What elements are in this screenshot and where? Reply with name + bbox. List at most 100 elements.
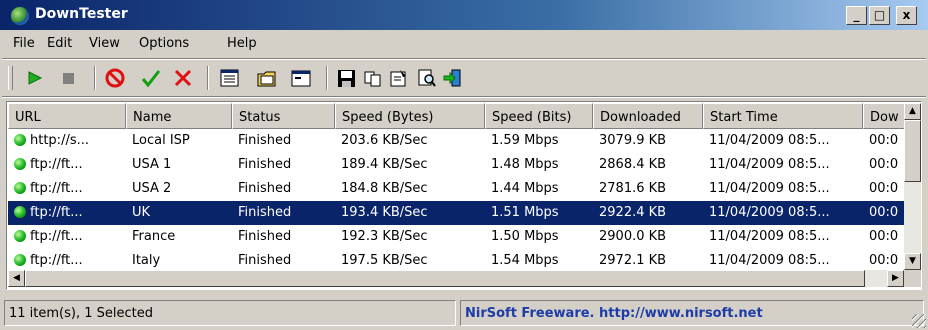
item-count-text: 11 item(s), 1 Selected [9, 306, 153, 321]
cell-name: France [132, 229, 176, 244]
menu-options[interactable]: Options [139, 36, 189, 51]
toolbar-separator-line [2, 96, 926, 98]
play-icon[interactable] [24, 66, 46, 90]
stop-icon[interactable] [58, 66, 80, 90]
cell-name: UK [132, 205, 151, 220]
column-download-time[interactable]: Dow [863, 103, 905, 129]
column-speed-bits[interactable]: Speed (Bits) [485, 103, 593, 129]
menu-help[interactable]: Help [227, 36, 257, 51]
cell-start-time: 11/04/2009 08:5... [709, 229, 830, 244]
cell-downloaded: 2972.1 KB [599, 253, 667, 268]
cell-start-time: 11/04/2009 08:5... [709, 157, 830, 172]
toolbar-separator [207, 66, 209, 90]
cell-speed-bytes: 189.4 KB/Sec [341, 157, 428, 172]
column-header: URL Name Status Speed (Bytes) Speed (Bit… [8, 103, 905, 129]
cell-start-time: 11/04/2009 08:5... [709, 205, 830, 220]
status-dot-icon [14, 134, 26, 146]
credit-link[interactable]: NirSoft Freeware. http://www.nirsoft.net [465, 306, 763, 321]
toolbar [0, 60, 928, 94]
checkmark-icon[interactable] [140, 66, 162, 90]
cell-downloaded: 2781.6 KB [599, 181, 667, 196]
menu-edit[interactable]: Edit [47, 36, 72, 51]
cell-speed-bits: 1.54 Mbps [491, 253, 559, 268]
folder-icon[interactable] [256, 66, 278, 90]
cell-start-time: 11/04/2009 08:5... [709, 133, 830, 148]
properties-icon[interactable] [388, 66, 410, 90]
window-title: DownTester [35, 6, 128, 22]
status-dot-icon [14, 206, 26, 218]
status-bar: 11 item(s), 1 Selected NirSoft Freeware.… [0, 298, 928, 330]
save-icon[interactable] [336, 66, 358, 90]
column-name[interactable]: Name [126, 103, 232, 129]
maximize-button[interactable]: □ [869, 6, 890, 25]
cell-speed-bits: 1.44 Mbps [491, 181, 559, 196]
horizontal-scroll-thumb[interactable] [25, 270, 865, 287]
app-globe-icon [10, 6, 30, 26]
list-view-icon[interactable] [219, 66, 241, 90]
cell-status: Finished [238, 253, 292, 268]
toolbar-separator [326, 66, 328, 90]
column-downloaded[interactable]: Downloaded [593, 103, 703, 129]
cell-url: ftp://ft... [30, 205, 83, 220]
cell-speed-bytes: 193.4 KB/Sec [341, 205, 428, 220]
cell-name: USA 1 [132, 157, 172, 172]
column-start-time[interactable]: Start Time [703, 103, 863, 129]
status-dot-icon [14, 182, 26, 194]
scroll-down-icon[interactable]: ▼ [904, 253, 921, 270]
close-button[interactable]: x [896, 6, 917, 25]
scroll-up-icon[interactable]: ▲ [904, 103, 921, 120]
menu-view[interactable]: View [89, 36, 120, 51]
cell-downloaded: 2922.4 KB [599, 205, 667, 220]
table-row[interactable]: ftp://ft... USA 1 Finished 189.4 KB/Sec 1.48… [8, 153, 905, 177]
cell-dow: 00:0 [869, 133, 899, 148]
credit-panel[interactable]: NirSoft Freeware. http://www.nirsoft.net [460, 300, 924, 326]
window-icon[interactable] [290, 66, 312, 90]
minimize-button[interactable]: _ [846, 6, 867, 25]
cell-dow: 00:0 [869, 181, 899, 196]
cell-url: ftp://ft... [30, 229, 83, 244]
x-icon[interactable] [172, 66, 194, 90]
title-bar[interactable]: DownTester _ □ x [0, 0, 928, 30]
list-viewport: URL Name Status Speed (Bytes) Speed (Bit… [8, 103, 905, 270]
item-count-panel: 11 item(s), 1 Selected [4, 300, 456, 326]
toolbar-separator [94, 66, 96, 90]
scroll-left-icon[interactable]: ◀ [8, 270, 25, 287]
column-url[interactable]: URL [8, 103, 126, 129]
no-entry-icon[interactable] [104, 66, 126, 90]
cell-url: ftp://ft... [30, 157, 83, 172]
cell-status: Finished [238, 157, 292, 172]
table-row[interactable]: http://s... Local ISP Finished 203.6 KB/Sec… [8, 129, 905, 153]
cell-url: http://s... [30, 133, 89, 148]
status-dot-icon [14, 158, 26, 170]
vertical-scroll-thumb[interactable] [904, 120, 921, 182]
cell-speed-bits: 1.48 Mbps [491, 157, 559, 172]
cell-speed-bytes: 197.5 KB/Sec [341, 253, 428, 268]
copy-icon[interactable] [362, 66, 384, 90]
toolbar-grip[interactable] [8, 66, 13, 90]
table-row[interactable]: ftp://ft... France Finished 192.3 KB/Sec 1.5… [8, 225, 905, 249]
cell-speed-bits: 1.51 Mbps [491, 205, 559, 220]
table-row[interactable]: ftp://ft... UK Finished 193.4 KB/Sec 1.51 Mb… [8, 201, 905, 225]
cell-status: Finished [238, 181, 292, 196]
download-list[interactable]: URL Name Status Speed (Bytes) Speed (Bit… [6, 101, 922, 290]
cell-speed-bytes: 203.6 KB/Sec [341, 133, 428, 148]
column-speed-bytes[interactable]: Speed (Bytes) [335, 103, 485, 129]
cell-name: Italy [132, 253, 161, 268]
find-icon[interactable] [416, 66, 438, 90]
column-status[interactable]: Status [232, 103, 335, 129]
cell-dow: 00:0 [869, 253, 899, 268]
cell-start-time: 11/04/2009 08:5... [709, 181, 830, 196]
cell-speed-bits: 1.59 Mbps [491, 133, 559, 148]
exit-icon[interactable] [442, 66, 464, 90]
cell-name: Local ISP [132, 133, 190, 148]
table-row[interactable]: ftp://ft... USA 2 Finished 184.8 KB/Sec 1.44… [8, 177, 905, 201]
cell-dow: 00:0 [869, 157, 899, 172]
table-row[interactable]: ftp://ft... Italy Finished 197.5 KB/Sec 1.54… [8, 249, 905, 270]
scroll-right-icon[interactable]: ▶ [887, 270, 904, 287]
cell-name: USA 2 [132, 181, 172, 196]
resize-grip[interactable] [912, 314, 926, 328]
menu-file[interactable]: File [13, 36, 35, 51]
horizontal-scrollbar[interactable]: ◀ ▶ [8, 270, 904, 287]
vertical-scrollbar[interactable]: ▲ ▼ [904, 103, 921, 270]
cell-speed-bits: 1.50 Mbps [491, 229, 559, 244]
